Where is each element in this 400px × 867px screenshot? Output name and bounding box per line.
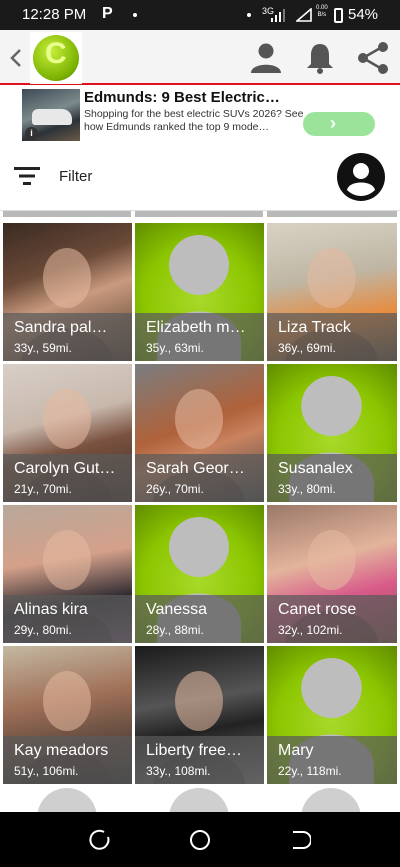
profile-age-distance: 35y., 63mi. xyxy=(146,341,204,355)
profile-caption: Canet rose 32y., 102mi. xyxy=(267,595,397,643)
profile-name: Mary xyxy=(278,742,314,759)
profile-age-distance: 29y., 80mi. xyxy=(14,623,72,637)
filter-label[interactable]: Filter xyxy=(59,168,92,185)
ad-title[interactable]: Edmunds: 9 Best Electric… xyxy=(84,89,280,106)
profile-name: Kay meadors xyxy=(14,742,109,759)
default-avatar-icon xyxy=(301,788,361,812)
row-strip xyxy=(3,211,131,217)
profile-name: Sandra pal… xyxy=(14,319,108,336)
status-time: 12:28 PM xyxy=(22,6,87,23)
profile-card[interactable]: Vanessa 28y., 88mi. xyxy=(135,505,264,643)
profile-name: Vanessa xyxy=(146,601,208,618)
profile-card[interactable]: Elizabeth m… 35y., 63mi. xyxy=(135,223,264,361)
profile-icon[interactable] xyxy=(248,40,284,76)
ad-car-image xyxy=(32,109,72,125)
profile-card[interactable]: Mary 22y., 118mi. xyxy=(267,646,397,784)
battery-icon xyxy=(334,8,343,23)
data-rate: 0.00 B/s xyxy=(316,5,328,19)
profile-card-partial[interactable] xyxy=(267,788,396,812)
profile-card[interactable]: Sarah Geor… 26y., 70mi. xyxy=(135,364,264,502)
notification-bell-icon[interactable] xyxy=(302,40,338,76)
profile-age-distance: 33y., 80mi. xyxy=(278,482,336,496)
system-nav-bar xyxy=(0,812,400,867)
profile-caption: Vanessa 28y., 88mi. xyxy=(135,595,264,643)
profile-caption: Susanalex 33y., 80mi. xyxy=(267,454,397,502)
status-dot-icon xyxy=(247,13,251,17)
ad-description: Shopping for the best electric SUVs 2026… xyxy=(84,108,304,133)
account-avatar-icon[interactable] xyxy=(337,153,385,201)
profile-card-partial[interactable] xyxy=(3,788,132,812)
profile-card[interactable]: Kay meadors 51y., 106mi. xyxy=(3,646,132,784)
notification-dot-icon xyxy=(133,13,137,17)
back-arrow-icon[interactable] xyxy=(6,44,26,72)
battery-percent: 54% xyxy=(348,6,379,23)
profile-caption: Carolyn Gut… 21y., 70mi. xyxy=(3,454,132,502)
data-rate-unit: B/s xyxy=(317,12,327,18)
profile-age-distance: 32y., 102mi. xyxy=(278,623,343,637)
app-logo[interactable]: C xyxy=(30,32,82,84)
profile-card[interactable]: Liza Track 36y., 69mi. xyxy=(267,223,397,361)
ad-thumbnail[interactable]: i xyxy=(22,89,80,141)
profile-name: Carolyn Gut… xyxy=(14,460,116,477)
back-icon[interactable] xyxy=(289,829,311,851)
profile-caption: Liberty free… 33y., 108mi. xyxy=(135,736,264,784)
signal-bars-icon xyxy=(271,9,285,22)
profile-card[interactable]: Sandra pal… 33y., 59mi. xyxy=(3,223,132,361)
profile-age-distance: 33y., 59mi. xyxy=(14,341,72,355)
ad-info-icon[interactable]: i xyxy=(25,127,38,140)
profile-age-distance: 26y., 70mi. xyxy=(146,482,204,496)
wifi-signal-icon xyxy=(296,8,312,22)
profile-caption: Mary 22y., 118mi. xyxy=(267,736,397,784)
profile-card[interactable]: Alinas kira 29y., 80mi. xyxy=(3,505,132,643)
row-strip xyxy=(267,211,397,217)
home-icon[interactable] xyxy=(189,829,211,851)
profile-name: Elizabeth m… xyxy=(146,319,246,336)
data-rate-value: 0.00 xyxy=(316,5,328,11)
profile-card[interactable]: Susanalex 33y., 80mi. xyxy=(267,364,397,502)
status-bar: 12:28 PM P 3G 0.00 B/s 54% xyxy=(0,0,400,30)
default-avatar-icon xyxy=(37,788,97,812)
profile-card[interactable]: Carolyn Gut… 21y., 70mi. xyxy=(3,364,132,502)
profile-age-distance: 33y., 108mi. xyxy=(146,764,211,778)
app-header: C xyxy=(0,30,400,85)
logo-letter: C xyxy=(45,37,67,70)
profile-card[interactable]: Liberty free… 33y., 108mi. xyxy=(135,646,264,784)
profile-age-distance: 51y., 106mi. xyxy=(14,764,79,778)
chevron-right-icon: › xyxy=(330,113,336,133)
profile-age-distance: 21y., 70mi. xyxy=(14,482,72,496)
ad-banner[interactable]: i Edmunds: 9 Best Electric… Shopping for… xyxy=(20,88,378,141)
filter-lines-icon[interactable] xyxy=(14,166,40,186)
profile-caption: Sarah Geor… 26y., 70mi. xyxy=(135,454,264,502)
profile-name: Susanalex xyxy=(278,460,353,477)
profile-card-partial[interactable] xyxy=(135,788,264,812)
profile-caption: Elizabeth m… 35y., 63mi. xyxy=(135,313,264,361)
profile-name: Sarah Geor… xyxy=(146,460,245,477)
profile-age-distance: 22y., 118mi. xyxy=(278,764,342,778)
profile-caption: Kay meadors 51y., 106mi. xyxy=(3,736,132,784)
profile-name: Canet rose xyxy=(278,601,357,618)
profile-caption: Liza Track 36y., 69mi. xyxy=(267,313,397,361)
share-icon[interactable] xyxy=(355,40,391,76)
recent-apps-icon[interactable] xyxy=(89,829,111,851)
filter-bar: Filter xyxy=(0,141,400,211)
profile-card[interactable]: Canet rose 32y., 102mi. xyxy=(267,505,397,643)
default-avatar-icon xyxy=(169,788,229,812)
profile-caption: Alinas kira 29y., 80mi. xyxy=(3,595,132,643)
profile-name: Alinas kira xyxy=(14,601,88,618)
profile-age-distance: 36y., 69mi. xyxy=(278,341,336,355)
row-strip xyxy=(135,211,263,217)
profile-age-distance: 28y., 88mi. xyxy=(146,623,204,637)
ad-cta-button[interactable]: › xyxy=(303,112,375,136)
profile-caption: Sandra pal… 33y., 59mi. xyxy=(3,313,132,361)
profile-name: Liberty free… xyxy=(146,742,243,759)
profile-name: Liza Track xyxy=(278,319,351,336)
notification-app-icon: P xyxy=(102,5,113,22)
profile-grid: Sandra pal… 33y., 59mi. Elizabeth m… 35y., … xyxy=(0,211,400,812)
